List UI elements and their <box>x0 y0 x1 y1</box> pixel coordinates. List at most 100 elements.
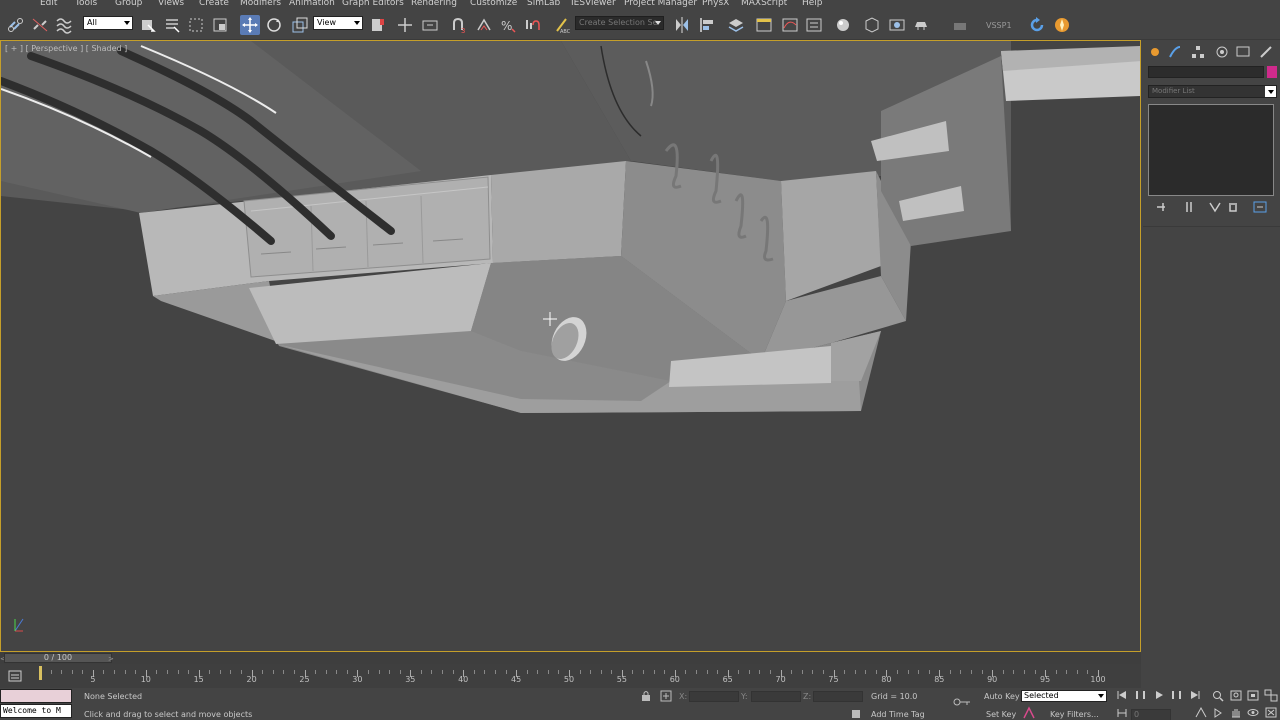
select-and-manipulate-icon[interactable] <box>395 15 415 35</box>
bind-space-warp-icon[interactable] <box>54 15 74 35</box>
go-to-end-icon[interactable] <box>1188 689 1202 701</box>
x-coord-field[interactable] <box>689 691 739 702</box>
create-tab-icon[interactable] <box>1147 44 1163 60</box>
go-to-start-icon[interactable] <box>1115 689 1129 701</box>
configure-modifier-sets-icon[interactable] <box>1252 200 1268 214</box>
menu-edit[interactable]: Edit <box>40 0 57 8</box>
lock-icon[interactable] <box>640 690 652 702</box>
perspective-viewport[interactable]: [ + ] [ Perspective ] [ Shaded ] <box>0 40 1141 652</box>
trackbar[interactable]: 5 10 15 20 25 30 35 40 45 50 55 60 65 70 75 80 85 90 95 100 <box>0 664 1141 688</box>
zoom-all-icon[interactable] <box>1229 689 1243 702</box>
link-icon[interactable] <box>6 15 26 35</box>
set-keys-icon[interactable] <box>1022 706 1036 720</box>
menu-rendering[interactable]: Rendering <box>411 0 457 8</box>
menu-project-manager[interactable]: Project Manager <box>624 0 697 8</box>
reference-coord-dropdown[interactable]: View <box>313 16 363 30</box>
plugin-icon[interactable] <box>1052 15 1072 35</box>
menu-graph-editors[interactable]: Graph Editors <box>342 0 404 8</box>
pin-stack-icon[interactable] <box>1153 200 1169 214</box>
maxscript-mini-listener-top[interactable] <box>0 689 72 703</box>
zoom-extents-icon[interactable] <box>1246 689 1260 702</box>
hierarchy-tab-icon[interactable] <box>1190 44 1206 60</box>
time-slider-right-arrow[interactable]: > <box>108 655 114 663</box>
make-unique-icon[interactable] <box>1207 200 1223 214</box>
menu-modifiers[interactable]: Modifiers <box>240 0 281 8</box>
modify-tab-icon[interactable] <box>1167 44 1183 60</box>
absolute-mode-icon[interactable] <box>660 690 672 702</box>
select-and-move-icon[interactable] <box>240 15 260 35</box>
modifier-list-dropdown[interactable]: Modifier List <box>1148 85 1277 98</box>
scene-explorer-icon[interactable] <box>754 15 774 35</box>
modifier-stack[interactable] <box>1148 104 1274 196</box>
maximize-viewport-icon[interactable] <box>1264 706 1278 719</box>
selection-filter-dropdown[interactable]: All <box>83 16 133 30</box>
motion-tab-icon[interactable] <box>1214 44 1230 60</box>
menu-maxscript[interactable]: MAXScript <box>741 0 787 8</box>
y-coord-field[interactable] <box>751 691 801 702</box>
menu-views[interactable]: Views <box>158 0 184 8</box>
hand-pan-icon[interactable] <box>1229 706 1243 719</box>
play-icon[interactable] <box>1152 689 1166 701</box>
region-select-icon[interactable] <box>186 15 206 35</box>
menu-group[interactable]: Group <box>115 0 142 8</box>
key-filters-button[interactable]: Key Filters... <box>1050 710 1099 719</box>
menu-simlab[interactable]: SimLab <box>527 0 560 8</box>
utilities-tab-icon[interactable] <box>1258 44 1274 60</box>
render-setup-icon[interactable] <box>862 15 882 35</box>
object-color-swatch[interactable] <box>1267 66 1277 78</box>
snaps-toggle-icon[interactable]: 3 <box>450 15 470 35</box>
rendered-frame-window-icon[interactable] <box>887 15 907 35</box>
window-crossing-icon[interactable] <box>210 15 230 35</box>
align-icon[interactable] <box>697 15 717 35</box>
show-end-result-icon[interactable] <box>1181 200 1197 214</box>
render-in-cloud-icon[interactable] <box>950 15 970 35</box>
z-coord-field[interactable] <box>813 691 863 702</box>
select-and-rotate-icon[interactable] <box>264 15 284 35</box>
select-object-icon[interactable] <box>138 15 158 35</box>
viewport-label[interactable]: [ + ] [ Perspective ] [ Shaded ] <box>5 44 127 53</box>
named-selection-dropdown[interactable]: Create Selection Se <box>575 16 664 30</box>
set-key-button[interactable]: Set Key <box>986 710 1016 719</box>
menu-physx[interactable]: PhysX <box>702 0 729 8</box>
menu-tools[interactable]: Tools <box>75 0 97 8</box>
add-time-tag[interactable]: Add Time Tag <box>871 710 925 719</box>
refresh-icon[interactable] <box>1027 15 1047 35</box>
unlink-icon[interactable] <box>30 15 50 35</box>
auto-key-button[interactable]: Auto Key <box>984 692 1020 701</box>
menu-iesviewer[interactable]: IESViewer <box>571 0 616 8</box>
time-slider[interactable]: < 0 / 100 > <box>0 652 1141 664</box>
menu-animation[interactable]: Animation <box>289 0 335 8</box>
remove-modifier-icon[interactable] <box>1225 200 1241 214</box>
time-tag-icon[interactable] <box>851 709 861 719</box>
schematic-view-icon[interactable] <box>804 15 824 35</box>
percent-snap-icon[interactable]: % <box>498 15 518 35</box>
menu-create[interactable]: Create <box>199 0 229 8</box>
key-mode-dropdown[interactable]: Selected <box>1021 690 1107 702</box>
select-by-name-icon[interactable] <box>162 15 182 35</box>
pan-view-icon[interactable] <box>1211 706 1225 719</box>
open-mini-curve-editor-icon[interactable] <box>8 670 22 682</box>
time-slider-thumb[interactable]: 0 / 100 <box>4 653 112 663</box>
material-editor-icon[interactable] <box>833 15 853 35</box>
key-mode-toggle-icon[interactable] <box>1115 707 1129 719</box>
render-production-icon[interactable] <box>911 15 931 35</box>
orbit-icon[interactable] <box>1246 706 1260 719</box>
current-frame-field[interactable]: 0 <box>1131 709 1171 720</box>
key-icon[interactable] <box>952 696 972 708</box>
display-tab-icon[interactable] <box>1235 44 1251 60</box>
menu-help[interactable]: Help <box>802 0 823 8</box>
previous-frame-icon[interactable] <box>1134 689 1148 701</box>
layer-manager-icon[interactable] <box>726 15 746 35</box>
spinner-snap-icon[interactable] <box>522 15 542 35</box>
angle-snap-icon[interactable] <box>474 15 494 35</box>
field-of-view-icon[interactable] <box>1194 706 1208 719</box>
zoom-extents-all-icon[interactable] <box>1264 689 1278 702</box>
zoom-icon[interactable] <box>1211 689 1225 702</box>
pivot-center-icon[interactable] <box>368 15 388 35</box>
mirror-icon[interactable] <box>672 15 692 35</box>
menu-customize[interactable]: Customize <box>470 0 517 8</box>
edit-named-selections-icon[interactable]: ABC <box>552 15 572 35</box>
object-name-field[interactable] <box>1148 66 1264 78</box>
maxscript-mini-listener[interactable]: Welcome to M <box>0 704 72 718</box>
next-frame-icon[interactable] <box>1169 689 1183 701</box>
